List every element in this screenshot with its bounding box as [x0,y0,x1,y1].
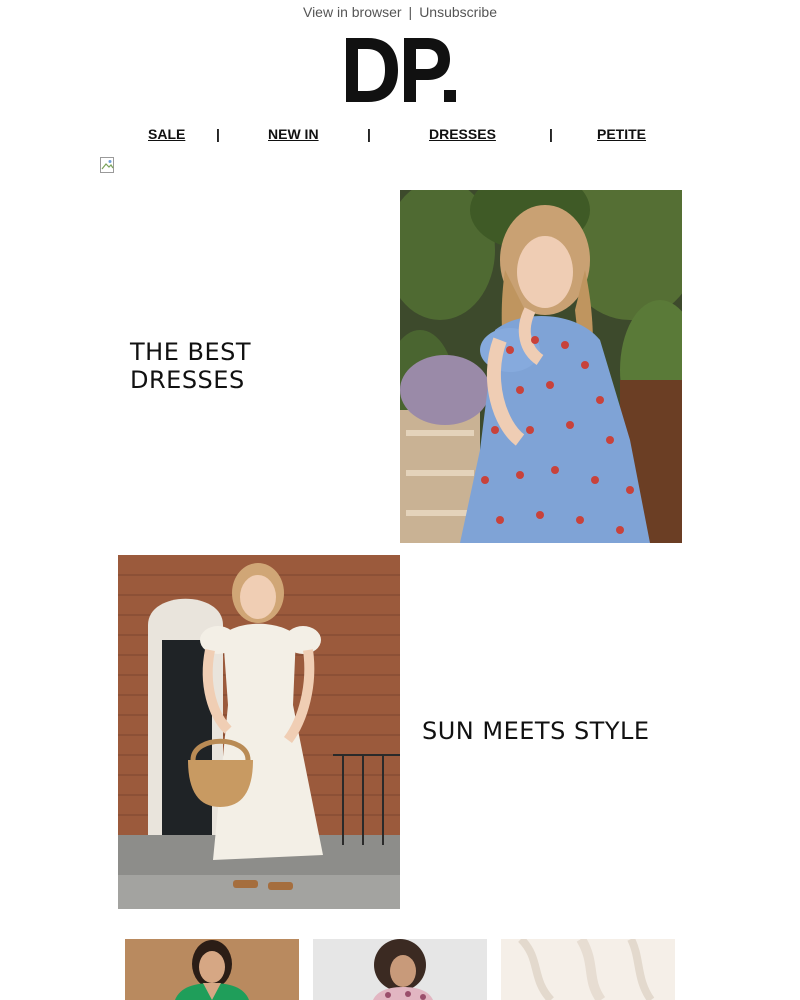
hero-headline-sun-meets-style: SUN MEETS STYLE [422,717,650,745]
preheader: View in browser | Unsubscribe [0,4,800,20]
brand-logo[interactable] [0,34,800,111]
hero-headline-best-dresses: THE BEST DRESSES [130,338,350,394]
product-thumb-floral-top[interactable] [313,939,487,1000]
hero-photo-floral-dress[interactable] [400,190,682,543]
floral-dress-photo-icon [400,190,682,543]
product-thumb-green-blazer[interactable] [125,939,299,1000]
view-in-browser-link[interactable]: View in browser [303,4,402,20]
white-dress-photo-icon [118,555,400,909]
green-blazer-photo-icon [125,939,299,1000]
headline-line: THE BEST [130,338,252,366]
headline-line: DRESSES [130,366,245,394]
nav-separator: | [367,126,371,142]
unsubscribe-link[interactable]: Unsubscribe [419,4,497,20]
product-thumb-white-fabric[interactable] [501,939,675,1000]
nav-new-in[interactable]: NEW IN [268,126,319,142]
nav-sale[interactable]: SALE [148,126,185,142]
nav-separator: | [216,126,220,142]
nav-dresses[interactable]: DRESSES [429,126,496,142]
hero-photo-white-dress[interactable] [118,555,400,909]
nav-petite[interactable]: PETITE [597,126,646,142]
preheader-separator: | [408,4,413,20]
dp-logo-icon [346,38,456,102]
floral-top-photo-icon [313,939,487,1000]
main-nav: SALE | NEW IN | DRESSES | PETITE [0,126,800,146]
white-fabric-photo-icon [501,939,675,1000]
nav-separator: | [549,126,553,142]
broken-image-icon [100,157,116,173]
